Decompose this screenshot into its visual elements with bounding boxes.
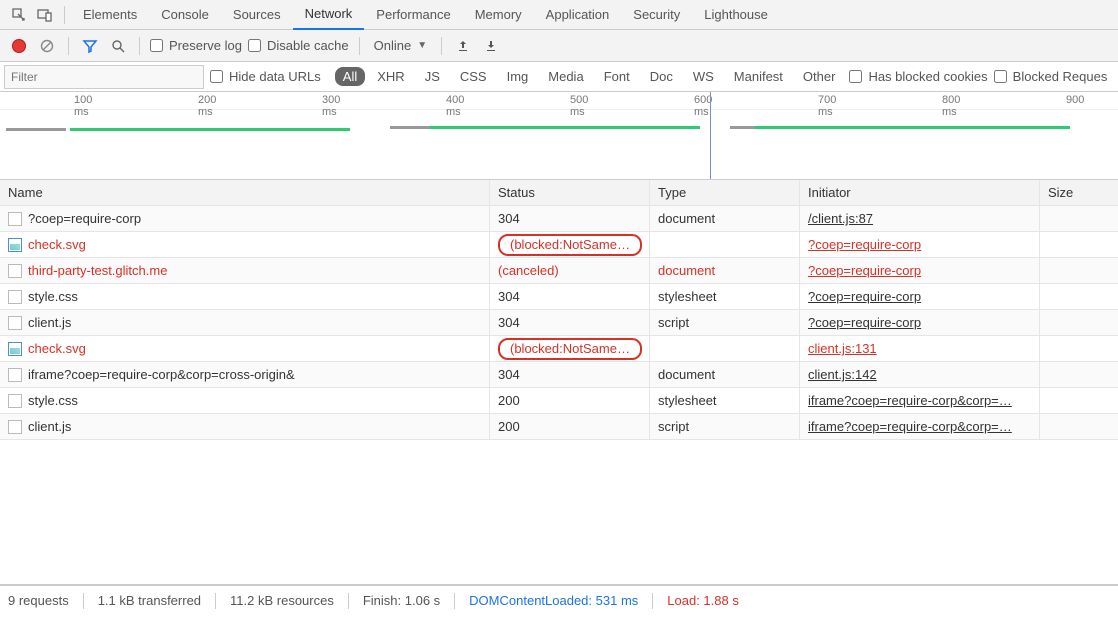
status-badge: (blocked:NotSame… [498,234,642,256]
document-file-icon [8,368,22,382]
request-name: check.svg [28,341,86,356]
tab-lighthouse[interactable]: Lighthouse [692,0,780,30]
pill-media[interactable]: Media [540,67,591,86]
pill-manifest[interactable]: Manifest [726,67,791,86]
initiator-link[interactable]: iframe?coep=require-corp&corp=… [808,393,1012,408]
table-row[interactable]: ?coep=require-corp304document/client.js:… [0,206,1118,232]
hide-data-urls-checkbox[interactable]: Hide data URLs [210,69,321,84]
document-file-icon [8,290,22,304]
clear-button[interactable] [36,35,58,57]
document-file-icon [8,394,22,408]
request-name: third-party-test.glitch.me [28,263,167,278]
device-toggle-icon[interactable] [32,2,58,28]
col-status[interactable]: Status [490,180,650,205]
col-name[interactable]: Name [0,180,490,205]
initiator-link[interactable]: ?coep=require-corp [808,237,921,252]
request-name: style.css [28,393,78,408]
table-row[interactable]: check.svg (blocked:NotSame… ?coep=require-… [0,232,1118,258]
pill-doc[interactable]: Doc [642,67,681,86]
disable-cache-checkbox[interactable]: Disable cache [248,38,349,53]
pill-ws[interactable]: WS [685,67,722,86]
initiator-link[interactable]: client.js:142 [808,367,877,382]
table-row[interactable]: check.svg (blocked:NotSame… client.js:131 [0,336,1118,362]
search-icon[interactable] [107,35,129,57]
initiator-link[interactable]: ?coep=require-corp [808,289,921,304]
pill-img[interactable]: Img [499,67,537,86]
has-blocked-cookies-checkbox[interactable]: Has blocked cookies [849,69,987,84]
filter-input[interactable] [4,65,204,89]
footer-load: Load: 1.88 s [667,593,739,608]
col-type[interactable]: Type [650,180,800,205]
initiator-link[interactable]: iframe?coep=require-corp&corp=… [808,419,1012,434]
pill-xhr[interactable]: XHR [369,67,412,86]
table-row[interactable]: iframe?coep=require-corp&corp=cross-orig… [0,362,1118,388]
document-file-icon [8,264,22,278]
chevron-down-icon: ▼ [417,40,427,51]
document-file-icon [8,420,22,434]
blocked-requests-checkbox[interactable]: Blocked Reques [994,69,1108,84]
request-name: iframe?coep=require-corp&corp=cross-orig… [28,367,295,382]
footer-resources: 11.2 kB resources [230,593,334,608]
tab-application[interactable]: Application [534,0,622,30]
initiator-link[interactable]: client.js:131 [808,341,877,356]
record-button[interactable] [8,35,30,57]
tab-network[interactable]: Network [293,0,365,30]
document-file-icon [8,316,22,330]
table-row[interactable]: client.js304script?coep=require-corp [0,310,1118,336]
upload-icon[interactable] [452,35,474,57]
table-header: Name Status Type Initiator Size [0,180,1118,206]
image-file-icon [8,238,22,252]
tab-security[interactable]: Security [621,0,692,30]
initiator-link[interactable]: /client.js:87 [808,211,873,226]
pill-all[interactable]: All [335,67,365,86]
footer-transferred: 1.1 kB transferred [98,593,201,608]
pill-js[interactable]: JS [417,67,448,86]
initiator-link[interactable]: ?coep=require-corp [808,315,921,330]
footer-dcl: DOMContentLoaded: 531 ms [469,593,638,608]
document-file-icon [8,212,22,226]
status-bar: 9 requests 1.1 kB transferred 11.2 kB re… [0,585,1118,615]
pill-other[interactable]: Other [795,67,844,86]
timeline-overview[interactable]: 100 ms200 ms300 ms400 ms500 ms600 ms700 … [0,92,1118,180]
col-initiator[interactable]: Initiator [800,180,1040,205]
request-name: style.css [28,289,78,304]
download-icon[interactable] [480,35,502,57]
col-size[interactable]: Size [1040,180,1118,205]
table-row[interactable]: style.css200stylesheetiframe?coep=requir… [0,388,1118,414]
footer-finish: Finish: 1.06 s [363,593,440,608]
inspect-icon[interactable] [6,2,32,28]
tab-performance[interactable]: Performance [364,0,462,30]
pill-css[interactable]: CSS [452,67,495,86]
tab-console[interactable]: Console [149,0,221,30]
filter-icon[interactable] [79,35,101,57]
preserve-log-checkbox[interactable]: Preserve log [150,38,242,53]
request-name: check.svg [28,237,86,252]
request-name: client.js [28,419,71,434]
tab-sources[interactable]: Sources [221,0,293,30]
table-row[interactable]: third-party-test.glitch.me(canceled)docu… [0,258,1118,284]
throttling-select[interactable]: Online ▼ [370,38,431,53]
request-name: ?coep=require-corp [28,211,141,226]
tab-memory[interactable]: Memory [463,0,534,30]
table-row[interactable]: client.js200scriptiframe?coep=require-co… [0,414,1118,440]
footer-requests: 9 requests [8,593,69,608]
pill-font[interactable]: Font [596,67,638,86]
image-file-icon [8,342,22,356]
status-badge: (blocked:NotSame… [498,338,642,360]
initiator-link[interactable]: ?coep=require-corp [808,263,921,278]
table-row[interactable]: style.css304stylesheet?coep=require-corp [0,284,1118,310]
tab-elements[interactable]: Elements [71,0,149,30]
request-name: client.js [28,315,71,330]
